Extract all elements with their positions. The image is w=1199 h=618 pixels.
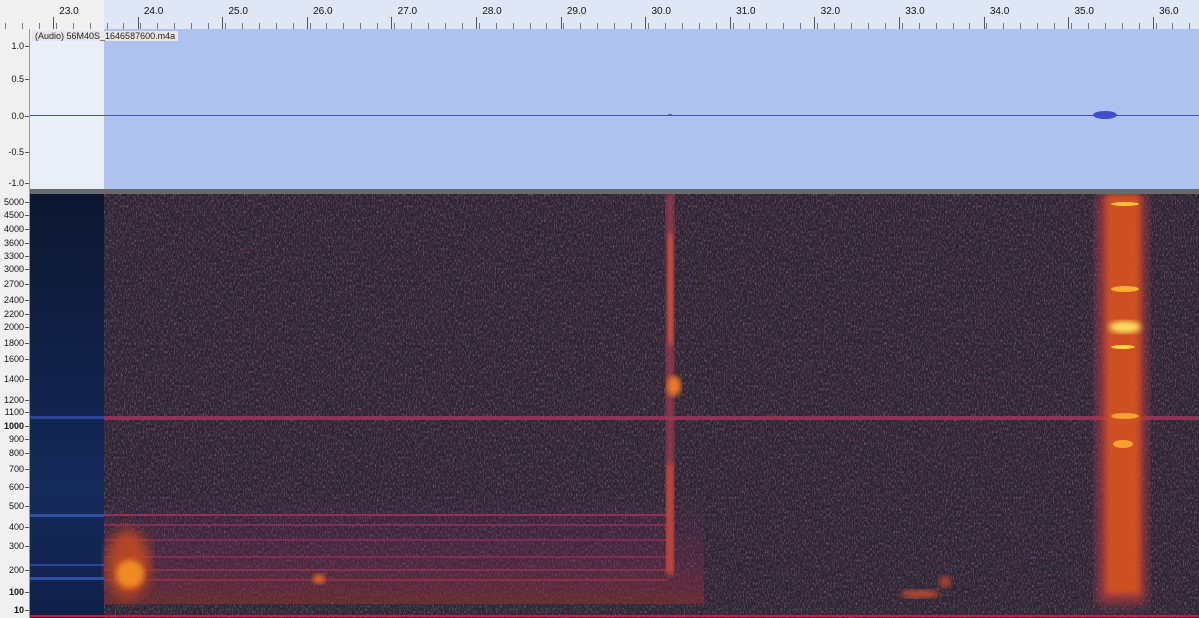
- timeline-ruler[interactable]: 23.0 24.0 25.0 26.0 27.0 28.0 29.0 30.0 31.0 32.0…: [0, 0, 1199, 30]
- timeline-label: 28.0: [482, 6, 502, 17]
- timeline-major-tick: [983, 17, 985, 29]
- timeline-label: 33.0: [905, 6, 925, 17]
- frequency-tick: [25, 546, 29, 547]
- frequency-tick: [25, 506, 29, 507]
- timeline-major-tick: [306, 17, 308, 29]
- amplitude-tick: [25, 46, 29, 47]
- frequency-label: 1100: [4, 407, 24, 417]
- timeline-label: 30.0: [651, 6, 671, 17]
- frequency-tick: [25, 426, 29, 427]
- amplitude-label: 0.0: [11, 111, 24, 121]
- timeline-major-tick: [560, 17, 562, 29]
- frequency-tick: [25, 202, 29, 203]
- frequency-tick: [25, 327, 29, 328]
- timeline-major-tick: [1152, 17, 1154, 29]
- frequency-label: 1200: [3, 395, 24, 405]
- frequency-label: 1800: [3, 338, 24, 348]
- timeline-major-tick: [391, 17, 393, 29]
- waveform-bursts: [668, 111, 1117, 119]
- waveform-track[interactable]: (Audio) 56M40S_1646587600.m4a: [30, 29, 1199, 189]
- amplitude-tick: [25, 183, 29, 184]
- frequency-label: 4500: [3, 210, 24, 220]
- timeline-label: 32.0: [820, 6, 841, 17]
- amplitude-label: 1.0: [11, 41, 24, 51]
- frequency-tick: [25, 300, 29, 301]
- timeline-label: 27.0: [397, 6, 418, 17]
- timeline-major-tick: [645, 17, 647, 29]
- amplitude-label: 0.5: [11, 74, 24, 84]
- frequency-label: 400: [8, 522, 24, 532]
- frequency-label: 3300: [3, 251, 24, 261]
- timeline-major-tick: [729, 17, 731, 29]
- timeline-label: 25.0: [228, 6, 248, 17]
- frequency-tick: [25, 256, 29, 257]
- frequency-tick: [25, 314, 29, 315]
- frequency-tick: [25, 284, 29, 285]
- timeline-major-tick: [1068, 17, 1070, 29]
- frequency-label: 5000: [3, 197, 24, 207]
- amplitude-tick: [25, 152, 29, 153]
- frequency-label: 3000: [3, 264, 24, 274]
- frequency-tick: [25, 229, 29, 230]
- frequency-label: 1400: [3, 374, 24, 384]
- timeline-major-tick: [137, 17, 139, 29]
- frequency-tick: [25, 469, 29, 470]
- frequency-label: 900: [8, 434, 24, 444]
- frequency-tick: [25, 487, 29, 488]
- frequency-label: 4000: [3, 224, 24, 234]
- timeline-label: 31.0: [736, 6, 756, 17]
- frequency-tick: [25, 343, 29, 344]
- frequency-tick: [25, 243, 29, 244]
- spectrogram-view[interactable]: [30, 194, 1199, 618]
- frequency-label: 500: [8, 501, 24, 511]
- frequency-label: 2000: [3, 322, 24, 332]
- timeline-label: 24.0: [143, 6, 164, 17]
- timeline-label: 34.0: [989, 6, 1010, 17]
- frequency-tick: [25, 610, 29, 611]
- frequency-label: 1000: [3, 421, 24, 431]
- timeline-label: 26.0: [313, 6, 333, 17]
- frequency-label: 2200: [3, 309, 24, 319]
- frequency-label: 600: [8, 482, 24, 492]
- frequency-tick: [25, 592, 29, 593]
- frequency-label: 700: [8, 464, 24, 474]
- frequency-tick: [25, 570, 29, 571]
- amplitude-label: -0.5: [8, 147, 24, 157]
- frequency-tick: [25, 439, 29, 440]
- frequency-tick: [25, 215, 29, 216]
- frequency-label: 10: [13, 605, 24, 615]
- frequency-label: 300: [8, 541, 24, 551]
- frequency-label: 1600: [3, 354, 24, 364]
- frequency-label: 100: [8, 587, 24, 597]
- track-name-label[interactable]: (Audio) 56M40S_1646587600.m4a: [32, 31, 179, 41]
- timeline-major-tick: [814, 17, 816, 29]
- timeline-label: 29.0: [566, 6, 587, 17]
- frequency-tick: [25, 412, 29, 413]
- spectrogram-image: [30, 194, 1199, 618]
- timeline-label: 36.0: [1159, 6, 1179, 17]
- vertical-ruler[interactable]: 1.0 0.5 0.0 -0.5 -1.0 5000 4500 4000 3600 3300 300…: [0, 29, 30, 618]
- frequency-label: 3600: [3, 238, 24, 248]
- frequency-label: 800: [8, 448, 24, 458]
- amplitude-tick: [25, 116, 29, 117]
- frequency-tick: [25, 269, 29, 270]
- timeline-major-tick: [476, 17, 477, 29]
- frequency-tick: [25, 453, 29, 454]
- frequency-label: 2700: [3, 279, 24, 289]
- timeline-major-tick: [222, 17, 224, 29]
- timeline-major-tick: [899, 17, 900, 29]
- amplitude-tick: [25, 79, 29, 80]
- amplitude-label: -1.0: [8, 178, 24, 188]
- frequency-tick: [25, 359, 29, 360]
- timeline-major-tick: [53, 17, 54, 29]
- timeline-label: 35.0: [1074, 6, 1094, 17]
- frequency-tick: [25, 379, 29, 380]
- frequency-tick: [25, 527, 29, 528]
- timeline-label: 23.0: [59, 6, 79, 17]
- frequency-tick: [25, 400, 29, 401]
- frequency-label: 200: [8, 565, 24, 575]
- frequency-label: 2400: [3, 295, 24, 305]
